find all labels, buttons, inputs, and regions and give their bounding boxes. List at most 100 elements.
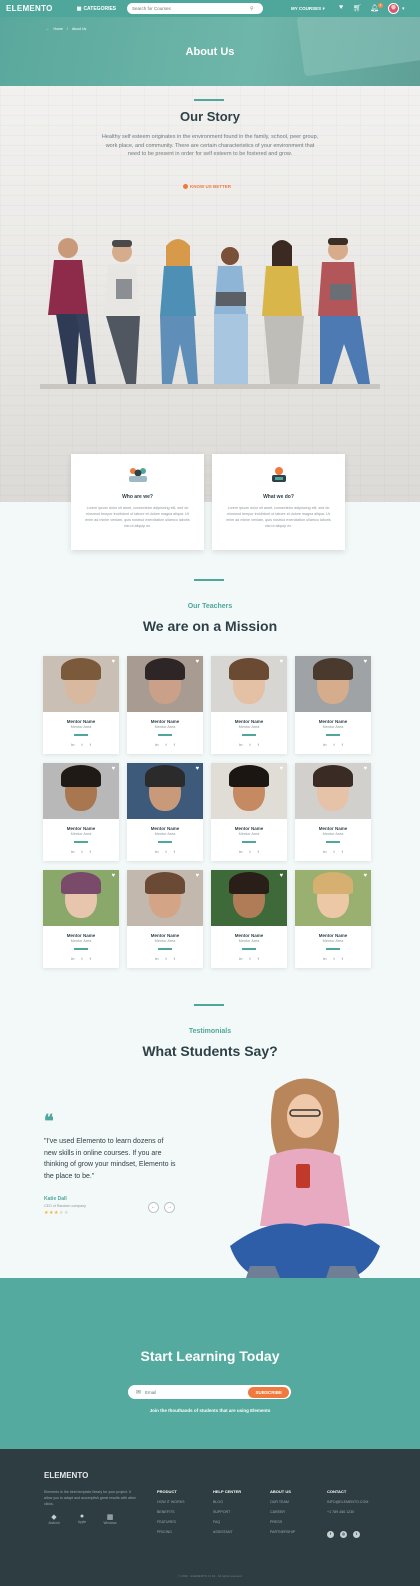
mentor-card[interactable]: ♥ Mentor Name Mentor Area in t f <box>211 763 287 861</box>
android-store-link[interactable]: ◆ Android <box>44 1513 64 1525</box>
footer-link[interactable]: FAQ <box>213 1520 241 1524</box>
back-arrow-icon[interactable]: ← <box>46 27 50 31</box>
facebook-icon[interactable]: f <box>90 956 91 961</box>
mentor-card[interactable]: ♥ Mentor Name Mentor Area in t f <box>43 656 119 754</box>
facebook-icon[interactable]: f <box>342 742 343 747</box>
mentor-card[interactable]: ♥ Mentor Name Mentor Area in t f <box>127 870 203 968</box>
twitter-icon[interactable]: t <box>81 849 82 854</box>
search-input[interactable] <box>132 6 250 11</box>
mentor-card[interactable]: ♥ Mentor Name Mentor Area in t f <box>43 763 119 861</box>
linkedin-icon[interactable]: in <box>323 849 326 854</box>
twitter-icon[interactable]: t <box>249 849 250 854</box>
linkedin-icon[interactable]: in <box>323 956 326 961</box>
heart-icon[interactable]: ♥ <box>279 659 283 665</box>
mentor-card[interactable]: ♥ Mentor Name Mentor Area in t f <box>43 870 119 968</box>
twitter-icon[interactable]: t <box>165 742 166 747</box>
facebook-icon[interactable]: f <box>342 956 343 961</box>
footer-link[interactable]: CAREER <box>270 1510 295 1514</box>
linkedin-icon[interactable]: in <box>71 742 74 747</box>
linkedin-icon[interactable]: in <box>71 956 74 961</box>
facebook-icon[interactable]: f <box>174 956 175 961</box>
footer-link[interactable]: BENEFITS <box>157 1510 185 1514</box>
twitter-icon[interactable]: t <box>333 742 334 747</box>
apple-store-link[interactable]: ● Apple <box>72 1513 92 1524</box>
heart-icon[interactable]: ♥ <box>195 659 199 665</box>
contact-phone[interactable]: +1 789 456 1230 <box>327 1510 368 1514</box>
heart-icon[interactable]: ♥ <box>363 659 367 665</box>
mentor-card[interactable]: ♥ Mentor Name Mentor Area in t f <box>211 870 287 968</box>
subscribe-button[interactable]: SUBSCRIBE <box>248 1386 289 1398</box>
prev-arrow-button[interactable]: ← <box>148 1202 159 1213</box>
facebook-icon[interactable]: f <box>342 849 343 854</box>
email-field[interactable] <box>145 1389 249 1395</box>
next-arrow-button[interactable]: → <box>164 1202 175 1213</box>
facebook-icon[interactable]: f <box>258 849 259 854</box>
heart-icon[interactable]: ♥ <box>195 873 199 879</box>
footer-link[interactable]: SUPPORT <box>213 1510 241 1514</box>
facebook-icon[interactable]: f <box>174 742 175 747</box>
heart-icon[interactable]: ♥ <box>279 766 283 772</box>
mentor-card[interactable]: ♥ Mentor Name Mentor Area in t f <box>295 870 371 968</box>
mentor-card[interactable]: ♥ Mentor Name Mentor Area in t f <box>211 656 287 754</box>
brand-logo[interactable]: ELEMENTO <box>6 4 53 13</box>
heart-icon[interactable]: ♥ <box>111 873 115 879</box>
heart-icon[interactable]: ♥ <box>111 766 115 772</box>
footer-link[interactable]: OUR TEAM <box>270 1500 295 1504</box>
twitter-icon[interactable]: t <box>165 956 166 961</box>
categories-button[interactable]: ▦ CATEGORIES <box>77 6 116 12</box>
heart-icon[interactable]: ♥ <box>363 873 367 879</box>
footer-logo[interactable]: ELEMENTO <box>44 1471 88 1480</box>
footer-link[interactable]: PRESS <box>270 1520 295 1524</box>
mentor-card[interactable]: ♥ Mentor Name Mentor Area in t f <box>295 656 371 754</box>
instagram-icon[interactable]: ◎ <box>340 1531 347 1538</box>
user-avatar[interactable] <box>388 3 399 14</box>
linkedin-icon[interactable]: in <box>71 849 74 854</box>
linkedin-icon[interactable]: in <box>239 849 242 854</box>
footer-link[interactable]: BLOG <box>213 1500 241 1504</box>
heart-icon[interactable]: ♥ <box>195 766 199 772</box>
know-us-better-link[interactable]: KNOW US BETTER <box>183 184 231 189</box>
twitter-icon[interactable]: t <box>249 742 250 747</box>
cta-join-text: Join the thouthands of students that are… <box>149 1408 271 1413</box>
linkedin-icon[interactable]: in <box>155 956 158 961</box>
facebook-icon[interactable]: f <box>90 742 91 747</box>
heart-icon[interactable]: ♥ <box>279 873 283 879</box>
facebook-icon[interactable]: f <box>327 1531 334 1538</box>
twitter-icon[interactable]: t <box>353 1531 360 1538</box>
mentor-photo: ♥ <box>295 870 371 926</box>
mentor-card[interactable]: ♥ Mentor Name Mentor Area in t f <box>127 656 203 754</box>
heart-icon[interactable]: ♥ <box>111 659 115 665</box>
footer-link[interactable]: HOW IT WORKS <box>157 1500 185 1504</box>
twitter-icon[interactable]: t <box>81 742 82 747</box>
windows-store-link[interactable]: ▦ Windows <box>100 1513 120 1525</box>
facebook-icon[interactable]: f <box>90 849 91 854</box>
search-icon[interactable]: ⚲ <box>250 6 254 12</box>
twitter-icon[interactable]: t <box>81 956 82 961</box>
mentor-card[interactable]: ♥ Mentor Name Mentor Area in t f <box>127 763 203 861</box>
mentor-card[interactable]: ♥ Mentor Name Mentor Area in t f <box>295 763 371 861</box>
facebook-icon[interactable]: f <box>258 956 259 961</box>
linkedin-icon[interactable]: in <box>155 742 158 747</box>
my-courses-label: MY COURSES <box>291 6 322 11</box>
footer-link[interactable]: FEATURES <box>157 1520 185 1524</box>
cart-icon[interactable]: 🛒︎ <box>353 4 362 12</box>
linkedin-icon[interactable]: in <box>155 849 158 854</box>
linkedin-icon[interactable]: in <box>239 956 242 961</box>
footer-link[interactable]: PARTNERSHIP <box>270 1530 295 1534</box>
twitter-icon[interactable]: t <box>333 956 334 961</box>
facebook-icon[interactable]: f <box>258 742 259 747</box>
twitter-icon[interactable]: t <box>165 849 166 854</box>
facebook-icon[interactable]: f <box>174 849 175 854</box>
heart-icon[interactable]: ♥ <box>339 4 343 11</box>
heart-icon[interactable]: ♥ <box>363 766 367 772</box>
contact-email[interactable]: INFO@ELEMENTO.COM <box>327 1500 368 1504</box>
twitter-icon[interactable]: t <box>333 849 334 854</box>
footer-link[interactable]: PRICING <box>157 1530 185 1534</box>
linkedin-icon[interactable]: in <box>239 742 242 747</box>
twitter-icon[interactable]: t <box>249 956 250 961</box>
footer-link[interactable]: ASSISTANT <box>213 1530 241 1534</box>
linkedin-icon[interactable]: in <box>323 742 326 747</box>
chevron-down-icon[interactable]: ▾ <box>402 6 405 12</box>
breadcrumb-home[interactable]: Home <box>54 27 63 31</box>
my-courses-dropdown[interactable]: MY COURSES ▾ <box>291 6 325 12</box>
